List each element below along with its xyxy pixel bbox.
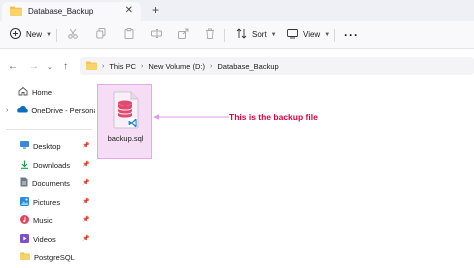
rename-button[interactable]	[151, 26, 162, 43]
folder-icon	[20, 252, 30, 262]
view-button[interactable]: View ▼	[287, 26, 330, 43]
breadcrumb-chevron-icon: ›	[102, 62, 105, 70]
tab-database-backup[interactable]: Database_Backup ✕	[2, 2, 141, 21]
cut-button[interactable]	[68, 26, 78, 43]
breadcrumb-chevron-icon: ›	[210, 62, 213, 70]
command-bar: New ▼ Sort ▼ View ▼ ···	[0, 21, 474, 49]
copy-icon	[96, 28, 106, 41]
annotation-arrow-icon	[153, 114, 229, 120]
sort-button[interactable]: Sort ▼	[236, 26, 277, 43]
file-list-area: backup.sql This is the backup file	[95, 83, 474, 268]
folder-icon	[86, 60, 97, 72]
sidebar-item-home[interactable]: Home	[18, 85, 52, 99]
navigation-pane: Home › OneDrive - Persona Desktop 📌 Down…	[0, 83, 98, 268]
database-file-icon	[111, 91, 141, 131]
breadcrumb-chevron-icon: ›	[141, 62, 144, 70]
address-bar[interactable]: › This PC › New Volume (D:) › Database_B…	[80, 57, 474, 75]
scissors-icon	[68, 28, 78, 41]
copy-button[interactable]	[96, 26, 106, 43]
new-plus-icon	[10, 28, 21, 41]
toolbar-divider	[224, 29, 225, 42]
view-icon	[287, 28, 298, 41]
new-label: New	[26, 30, 43, 39]
sort-icon	[236, 28, 247, 41]
chevron-down-icon: ▼	[270, 31, 277, 38]
sidebar-item-pictures[interactable]: Pictures	[20, 195, 60, 209]
up-arrow-icon[interactable]: ↑	[63, 61, 68, 72]
sort-label: Sort	[252, 30, 267, 39]
sidebar-item-label: Documents	[32, 178, 70, 188]
breadcrumb-this-pc[interactable]: This PC	[109, 62, 136, 71]
sidebar-item-label: OneDrive - Persona	[31, 105, 98, 115]
file-item-backup-sql[interactable]: backup.sql	[97, 84, 152, 159]
breadcrumb-database-backup[interactable]: Database_Backup	[217, 62, 278, 71]
new-button[interactable]: New ▼	[10, 26, 52, 43]
ellipsis-icon: ···	[344, 27, 359, 42]
sidebar-item-music[interactable]: Music	[20, 213, 53, 227]
pin-icon[interactable]: 📌	[82, 161, 89, 168]
share-button[interactable]	[178, 26, 189, 43]
back-arrow-icon[interactable]: ←	[8, 61, 18, 72]
sidebar-item-downloads[interactable]: Downloads	[20, 158, 70, 172]
file-name: backup.sql	[107, 134, 144, 143]
paste-button[interactable]	[124, 26, 134, 43]
sidebar-divider	[6, 129, 92, 130]
address-row: ← → ⌄ ↑ › This PC › New Volume (D:) › Da…	[0, 49, 474, 83]
tab-title: Database_Backup	[28, 7, 94, 16]
document-icon	[20, 177, 28, 189]
toolbar-divider	[334, 29, 335, 42]
chevron-down-icon: ▼	[46, 31, 52, 38]
folder-icon	[10, 6, 22, 18]
music-icon	[20, 214, 29, 226]
close-icon[interactable]: ✕	[125, 5, 133, 16]
sidebar-item-postgresql[interactable]: PostgreSQL	[20, 250, 75, 264]
share-icon	[178, 28, 189, 41]
delete-button[interactable]	[205, 26, 215, 43]
video-icon	[20, 233, 29, 245]
pin-icon[interactable]: 📌	[82, 216, 89, 223]
cloud-icon	[16, 105, 29, 115]
chevron-down-icon: ▼	[324, 31, 331, 38]
sidebar-item-label: Videos	[33, 234, 56, 244]
chevron-right-icon[interactable]: ›	[6, 107, 8, 114]
toolbar-divider	[56, 29, 57, 42]
tab-strip: Database_Backup ✕ +	[0, 0, 474, 21]
plus-icon[interactable]: +	[152, 3, 159, 17]
recent-locations-chevron-icon[interactable]: ⌄	[47, 63, 53, 71]
download-icon	[20, 160, 29, 171]
sidebar-item-label: Home	[32, 87, 53, 97]
desktop-icon	[20, 141, 29, 151]
view-label: View	[303, 30, 321, 39]
pin-icon[interactable]: 📌	[82, 142, 89, 149]
pictures-icon	[20, 196, 29, 208]
sidebar-item-onedrive[interactable]: › OneDrive - Persona	[6, 103, 98, 117]
sidebar-item-label: Music	[33, 215, 53, 225]
sidebar-item-label: PostgreSQL	[34, 252, 75, 262]
home-icon	[18, 86, 28, 98]
sidebar-item-label: Pictures	[33, 197, 61, 207]
sidebar-item-label: Downloads	[33, 160, 71, 170]
breadcrumb-new-volume[interactable]: New Volume (D:)	[148, 62, 205, 71]
sidebar-item-label: Desktop	[33, 141, 61, 151]
forward-arrow-icon[interactable]: →	[29, 61, 39, 72]
trash-icon	[205, 28, 215, 41]
sidebar-item-videos[interactable]: Videos	[20, 232, 56, 246]
sidebar-item-documents[interactable]: Documents	[20, 176, 70, 190]
annotation-label: This is the backup file	[229, 112, 318, 122]
pin-icon[interactable]: 📌	[82, 179, 89, 186]
more-options-button[interactable]: ···	[344, 26, 359, 43]
pin-icon[interactable]: 📌	[82, 235, 89, 242]
pin-icon[interactable]: 📌	[82, 198, 89, 205]
paste-icon	[124, 28, 134, 41]
rename-icon	[151, 28, 162, 41]
